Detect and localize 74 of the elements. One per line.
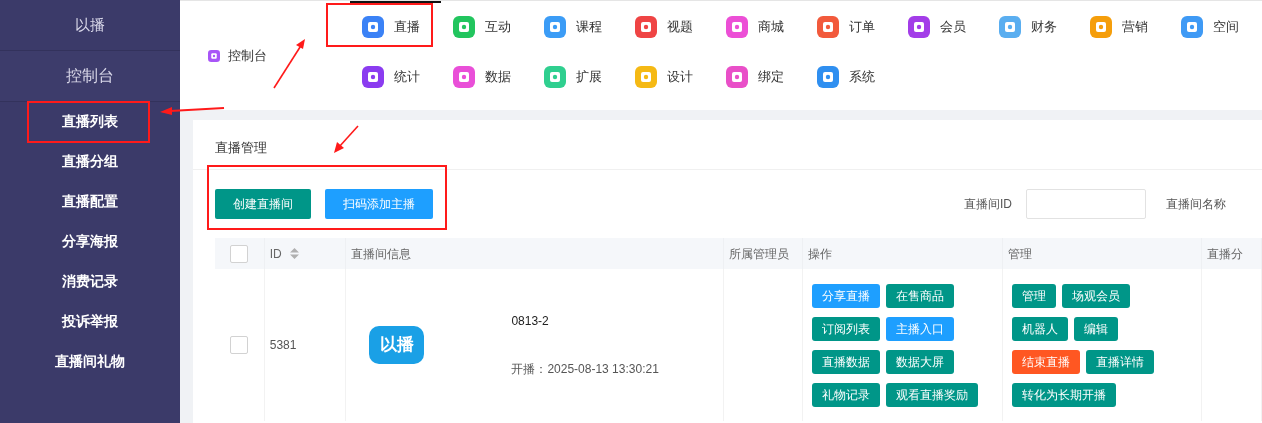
nav-tab[interactable]: 营销 xyxy=(1078,1,1169,51)
app-icon xyxy=(635,16,657,38)
table-action-button[interactable]: 直播数据 xyxy=(812,349,881,374)
app-icon xyxy=(726,16,748,38)
sidebar-item[interactable]: 分享海报 xyxy=(0,221,180,261)
app-icon xyxy=(544,16,566,38)
table-action-button[interactable]: 观看直播奖励 xyxy=(886,382,979,407)
nav-tab[interactable]: 数据 xyxy=(441,51,532,101)
nav-tab[interactable]: 课程 xyxy=(532,1,623,51)
nav-tab[interactable]: 订单 xyxy=(805,1,896,51)
column-header[interactable]: 管理 xyxy=(1008,244,1033,263)
app-icon xyxy=(544,66,566,88)
column-header[interactable]: 操作 xyxy=(808,244,833,263)
nav-tab[interactable]: 绑定 xyxy=(714,51,805,101)
nav-tab[interactable]: 空间 xyxy=(1169,1,1260,51)
sidebar-item[interactable]: 直播间礼物 xyxy=(0,341,180,381)
nav-tab[interactable]: 扩展 xyxy=(532,51,623,101)
annotation-arrow xyxy=(272,36,308,90)
app-icon xyxy=(1090,16,1112,38)
nav-tab[interactable]: 会员 xyxy=(896,1,987,51)
sidebar-item[interactable]: 消费记录 xyxy=(0,261,180,301)
nav-tab[interactable]: 统计 xyxy=(350,51,441,101)
filter-label: 直播间名称 xyxy=(1166,196,1226,213)
nav-tab[interactable]: 财务 xyxy=(987,1,1078,51)
app-icon xyxy=(453,16,475,38)
app-icon xyxy=(362,66,384,88)
app-icon xyxy=(208,49,220,62)
annotation-arrow xyxy=(332,124,360,154)
start-time: 开播：2025-08-13 13:30:21 xyxy=(511,361,659,378)
live-logo: 以播 xyxy=(369,326,425,364)
app-icon xyxy=(817,16,839,38)
sidebar-item[interactable]: 直播列表 xyxy=(0,101,180,141)
row-checkbox[interactable] xyxy=(230,336,249,354)
nav-tab[interactable]: 视题 xyxy=(623,1,714,51)
input-field[interactable] xyxy=(1026,189,1146,219)
column-header[interactable]: 所属管理员 xyxy=(728,244,789,263)
app-icon xyxy=(908,16,930,38)
sidebar-item[interactable]: 投诉举报 xyxy=(0,301,180,341)
sidebar-item[interactable]: 直播分组 xyxy=(0,141,180,181)
table-action-button[interactable]: 礼物记录 xyxy=(812,382,881,407)
table-action-button[interactable]: 直播详情 xyxy=(1086,349,1155,374)
table-action-button[interactable]: 编辑 xyxy=(1074,316,1119,341)
table-action-button[interactable]: 场观会员 xyxy=(1062,283,1131,308)
nav-tab[interactable]: 设计 xyxy=(623,51,714,101)
action-button[interactable]: 创建直播间 xyxy=(215,189,311,219)
nav-tab[interactable]: 互动 xyxy=(441,1,532,51)
app-icon xyxy=(635,66,657,88)
table-action-button[interactable]: 订阅列表 xyxy=(812,316,881,341)
filter-label: 直播间ID xyxy=(964,196,1012,213)
app-icon xyxy=(726,66,748,88)
app-icon xyxy=(453,66,475,88)
table-action-button[interactable]: 在售商品 xyxy=(886,283,955,308)
app-icon xyxy=(1181,16,1203,38)
table-cell-text: 5381 xyxy=(269,337,297,354)
annotation-arrow xyxy=(160,104,226,116)
panel-title: 直播管理 xyxy=(215,138,267,157)
live-room-name: 0813-2 xyxy=(511,313,550,330)
column-header[interactable]: ID xyxy=(269,244,282,263)
app-icon xyxy=(362,16,384,38)
app-icon xyxy=(817,66,839,88)
table-action-button[interactable]: 管理 xyxy=(1012,283,1057,308)
column-header[interactable]: 直播分 xyxy=(1207,244,1244,263)
sort-icon[interactable] xyxy=(289,248,299,259)
nav-tab[interactable]: 商城 xyxy=(714,1,805,51)
console-link[interactable]: 控制台 xyxy=(208,45,267,66)
nav-tab[interactable]: 系统 xyxy=(805,51,896,101)
select-all-checkbox[interactable] xyxy=(230,244,249,263)
table-action-button[interactable]: 数据大屏 xyxy=(886,349,955,374)
app-icon xyxy=(999,16,1021,38)
table-action-button[interactable]: 转化为长期开播 xyxy=(1012,382,1117,407)
table-action-button[interactable]: 机器人 xyxy=(1012,316,1069,341)
sidebar-item[interactable]: 直播配置 xyxy=(0,181,180,221)
nav-tab[interactable]: 直播 xyxy=(350,1,441,51)
column-header[interactable]: 直播间信息 xyxy=(351,244,412,263)
